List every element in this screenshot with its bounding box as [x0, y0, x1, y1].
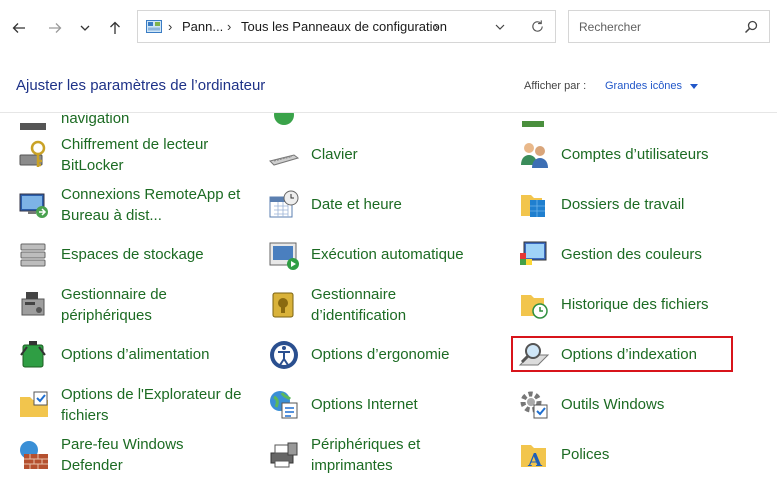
firewall-icon: [20, 441, 48, 469]
item-label: Gestionnaire de périphériques: [61, 286, 167, 324]
item-label: Pare-feu Windows Defender: [61, 436, 184, 474]
back-button[interactable]: [8, 17, 30, 39]
item-label: Gestionnaire d’identification: [311, 286, 407, 324]
item-alimentation[interactable]: Options d’alimentation: [18, 335, 258, 375]
item-date[interactable]: Date et heure: [268, 185, 508, 225]
svg-text:A: A: [527, 450, 543, 471]
item-label: Options d’alimentation: [61, 346, 210, 363]
search-placeholder: Rechercher: [579, 20, 642, 34]
up-button[interactable]: [104, 17, 126, 39]
navigation-toolbar: › Pann... › Tous les Panneaux de configu…: [0, 0, 777, 56]
item-label: Options Internet: [311, 396, 418, 413]
windows-tools-icon: [520, 391, 548, 419]
item-explorateur[interactable]: Options de l'Explorateur de fichiers: [18, 385, 258, 425]
item-internet[interactable]: Options Internet: [268, 385, 508, 425]
item-imprimantes[interactable]: Périphériques et imprimantes: [268, 435, 508, 475]
item-polices[interactable]: A Polices: [518, 435, 758, 475]
fonts-icon: A: [521, 445, 546, 471]
refresh-icon[interactable]: [530, 19, 545, 34]
item-parefeu[interactable]: Pare-feu Windows Defender: [18, 435, 258, 475]
partial-icon: [522, 121, 544, 127]
item-peripheriques-gestionnaire[interactable]: Gestionnaire de périphériques: [18, 285, 258, 325]
item-label: Dossiers de travail: [561, 196, 685, 213]
item-label: Historique des fichiers: [561, 296, 709, 313]
search-input[interactable]: Rechercher: [568, 10, 770, 43]
power-options-icon: [20, 341, 46, 368]
item-identification[interactable]: Gestionnaire d’identification: [268, 285, 508, 325]
control-panel-items: navigation Chiffrement de lecteur BitLoc…: [0, 113, 777, 488]
ease-of-access-icon: [270, 341, 298, 369]
view-by-dropdown[interactable]: Grandes icônes: [605, 80, 682, 92]
arrow-up-icon: [110, 21, 120, 34]
item-remoteapp[interactable]: Connexions RemoteApp et Bureau à dist...: [18, 185, 258, 225]
calendar-clock-icon: [269, 190, 299, 218]
item-label: Périphériques et imprimantes: [311, 436, 421, 474]
item-label: Connexions RemoteApp et Bureau à dist...: [61, 186, 241, 224]
item-label: Polices: [561, 446, 610, 463]
item-outils[interactable]: Outils Windows: [518, 385, 758, 425]
item-label: Clavier: [311, 146, 358, 163]
item-label: Options de l'Explorateur de fichiers: [61, 386, 242, 424]
item-execution[interactable]: Exécution automatique: [268, 235, 508, 275]
caret-down-icon[interactable]: [690, 84, 698, 89]
item-comptes[interactable]: Comptes d’utilisateurs: [518, 135, 758, 175]
navigation-icon: [20, 123, 46, 130]
item-label: Outils Windows: [561, 396, 665, 413]
bitlocker-icon: [19, 140, 46, 167]
item-historique[interactable]: Historique des fichiers: [518, 285, 758, 325]
arrow-left-icon: [12, 23, 25, 33]
item-label: Espaces de stockage: [61, 246, 204, 263]
device-manager-icon: [21, 292, 45, 316]
users-icon: [521, 143, 548, 168]
view-by-label: Afficher par :: [524, 80, 587, 92]
item-label: Exécution automatique: [311, 246, 464, 263]
control-panel-icon: [146, 20, 162, 33]
breadcrumb-separator: ›: [434, 19, 439, 34]
color-management-icon: [520, 241, 547, 265]
breadcrumb-item[interactable]: Pann...: [182, 19, 223, 34]
item-label: Gestion des couleurs: [561, 246, 702, 263]
breadcrumb-item[interactable]: Tous les Panneaux de configuration: [241, 19, 447, 34]
search-icon[interactable]: [744, 20, 758, 34]
address-bar[interactable]: › Pann... › Tous les Panneaux de configu…: [137, 10, 556, 43]
item-label: Comptes d’utilisateurs: [561, 146, 709, 163]
item-couleurs[interactable]: Gestion des couleurs: [518, 235, 758, 275]
item-label: Options d’ergonomie: [311, 346, 450, 363]
work-folders-icon: [521, 195, 545, 217]
credential-manager-icon: [272, 292, 294, 318]
recent-locations-button[interactable]: [74, 17, 96, 39]
item-clavier[interactable]: Clavier: [268, 135, 508, 175]
forward-button[interactable]: [44, 17, 66, 39]
devices-printers-icon: [270, 442, 298, 468]
selection-highlight: [511, 336, 733, 372]
address-dropdown-icon[interactable]: [494, 21, 506, 33]
remote-desktop-icon: [19, 193, 48, 218]
item-label: navigation: [61, 113, 130, 127]
breadcrumb-separator: ›: [168, 19, 173, 34]
green-circle-icon: [274, 113, 294, 125]
internet-options-icon: [270, 391, 298, 419]
item-bitlocker[interactable]: Chiffrement de lecteur BitLocker: [18, 135, 258, 175]
storage-spaces-icon: [20, 243, 46, 267]
keyboard-icon: [269, 154, 300, 166]
item-dossiers[interactable]: Dossiers de travail: [518, 185, 758, 225]
item-stockage[interactable]: Espaces de stockage: [18, 235, 258, 275]
explorer-options-icon: [20, 391, 48, 417]
item-label: Chiffrement de lecteur BitLocker: [61, 136, 209, 174]
breadcrumb-separator: ›: [227, 19, 232, 34]
chevron-down-icon: [80, 25, 90, 31]
page-title: Ajuster les paramètres de l’ordinateur: [16, 77, 266, 94]
item-label: Date et heure: [311, 196, 402, 213]
file-history-icon: [521, 295, 548, 319]
arrow-right-icon: [49, 23, 62, 33]
autoplay-icon: [269, 242, 299, 270]
item-ergonomie[interactable]: Options d’ergonomie: [268, 335, 508, 375]
